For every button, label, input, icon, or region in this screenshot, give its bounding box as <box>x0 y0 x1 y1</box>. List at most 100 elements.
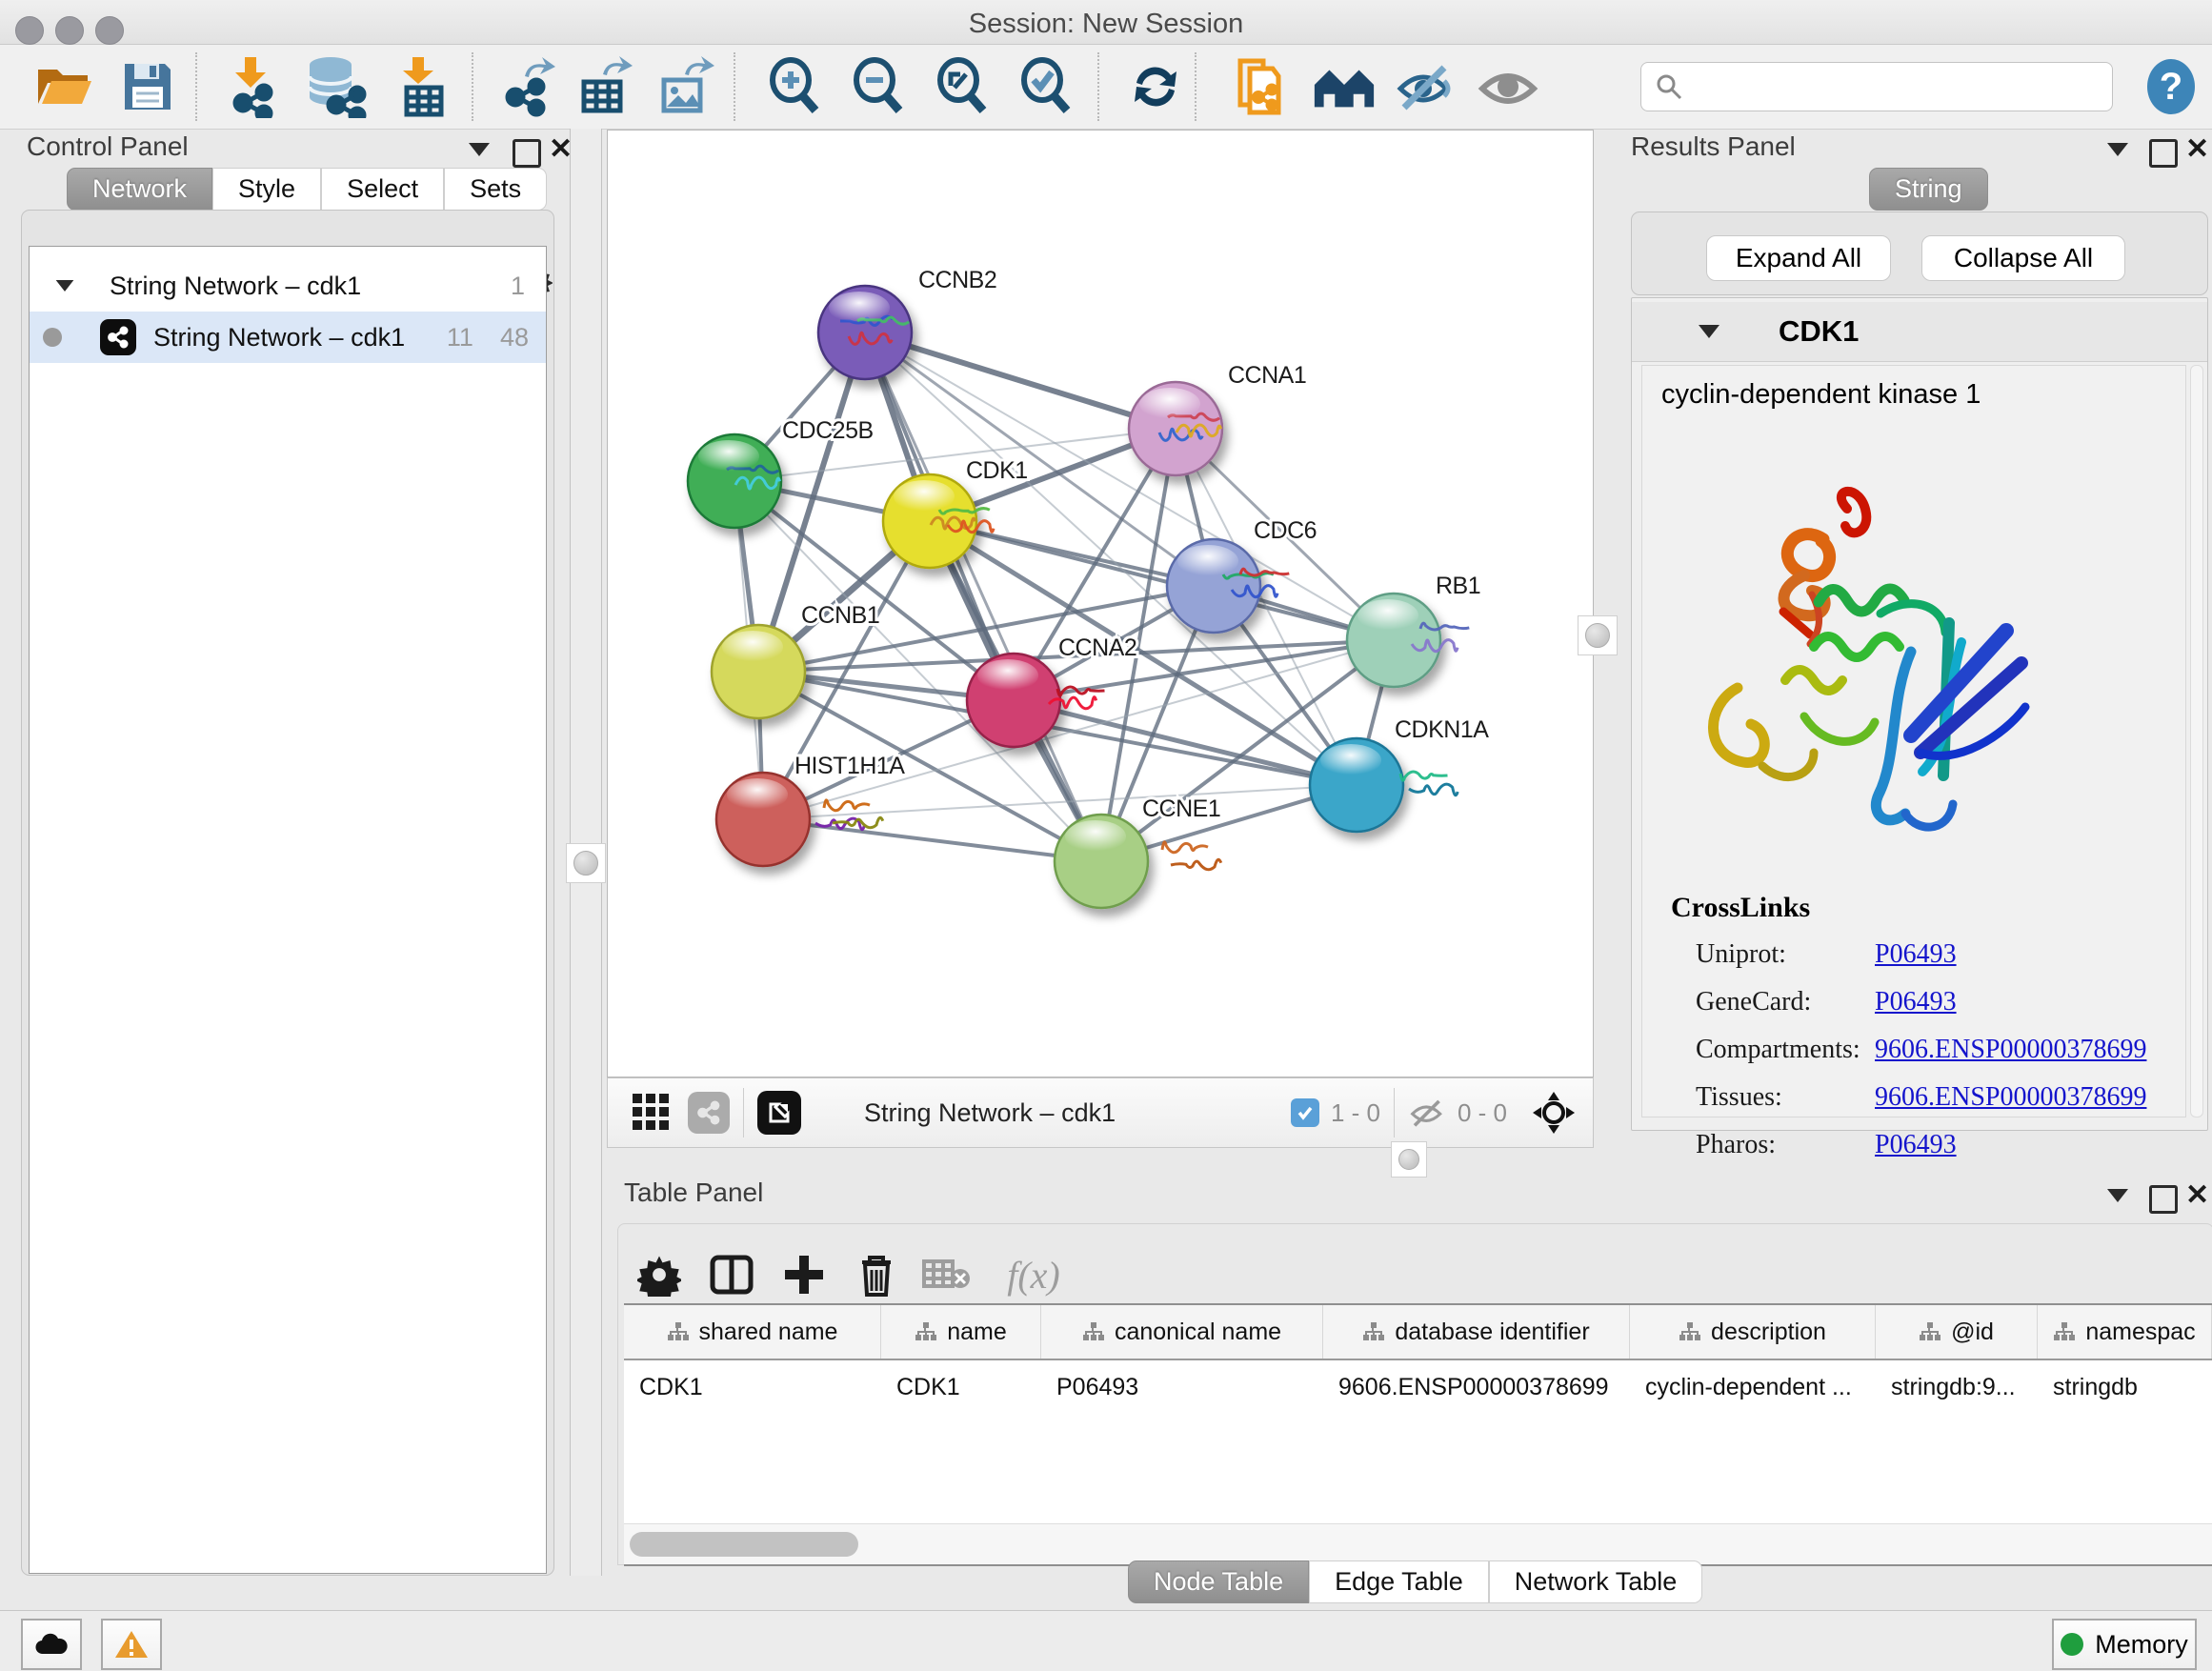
gene-header-row[interactable]: CDK1 <box>1632 302 2207 362</box>
control-panel-float-icon[interactable] <box>513 139 541 168</box>
network-node-CCNB1[interactable]: CCNB1 <box>712 602 879 718</box>
scrollbar-thumb[interactable] <box>630 1532 858 1557</box>
network-view-toolbar: String Network – cdk1 1 - 0 0 - 0 <box>607 1077 1594 1148</box>
warnings-button[interactable] <box>101 1619 162 1670</box>
table-cell[interactable]: CDK1 <box>624 1360 881 1414</box>
table-cell[interactable]: cyclin-dependent ... <box>1630 1360 1876 1414</box>
crosslink-value-link[interactable]: P06493 <box>1875 1130 1957 1160</box>
network-edge[interactable] <box>763 819 1101 861</box>
column-header-description[interactable]: description <box>1630 1305 1876 1359</box>
node-label: CCNB1 <box>801 602 879 629</box>
network-edge[interactable] <box>865 332 1101 861</box>
collection-expand-caret-icon[interactable] <box>56 280 74 292</box>
table-row[interactable]: CDK1CDK1P064939606.ENSP00000378699cyclin… <box>624 1360 2212 1414</box>
open-session-button[interactable] <box>30 54 97 119</box>
tab-string[interactable]: String <box>1869 168 1988 211</box>
import-network-from-file-button[interactable] <box>217 54 284 119</box>
show-all-button[interactable] <box>1475 54 1541 119</box>
save-session-button[interactable] <box>114 54 181 119</box>
help-button[interactable]: ? <box>2138 54 2204 119</box>
column-header-database-identifier[interactable]: database identifier <box>1323 1305 1630 1359</box>
network-node-CDK1[interactable]: CDK1 <box>883 457 1028 568</box>
network-collection-row[interactable]: String Network – cdk1 1 <box>30 260 546 312</box>
results-panel-menu-icon[interactable] <box>2107 143 2128 156</box>
zoom-selected-button[interactable] <box>1014 54 1080 119</box>
column-header-shared-name[interactable]: shared name <box>624 1305 881 1359</box>
export-table-icon <box>574 55 635 118</box>
network-canvas[interactable]: CCNB2CCNA1CDC25BCDK1CDC6RB1CCNB1CCNA2CDK… <box>607 130 1594 1077</box>
table-panel-menu-icon[interactable] <box>2107 1189 2128 1202</box>
string-view-icon[interactable] <box>688 1092 730 1134</box>
export-network-button[interactable] <box>493 54 560 119</box>
expand-all-button[interactable]: Expand All <box>1706 235 1891 281</box>
network-node-HIST1H1A[interactable]: HIST1H1A <box>716 753 905 866</box>
hide-selected-button[interactable] <box>1393 54 1459 119</box>
birdseye-view-icon[interactable] <box>757 1091 801 1135</box>
delete-table-button[interactable] <box>916 1244 977 1305</box>
left-splitter-handle[interactable] <box>566 843 606 883</box>
table-panel-close-icon[interactable]: ✕ <box>2185 1181 2209 1210</box>
crosslink-value-link[interactable]: P06493 <box>1875 939 1957 970</box>
add-column-button[interactable] <box>774 1244 835 1305</box>
column-header--id[interactable]: @id <box>1876 1305 2038 1359</box>
network-node-CDKN1A[interactable]: CDKN1A <box>1310 716 1489 832</box>
import-network-from-database-button[interactable] <box>301 54 368 119</box>
node-label: CCNB2 <box>918 267 996 293</box>
tab-network[interactable]: Network <box>67 168 212 211</box>
network-row[interactable]: String Network – cdk1 11 48 <box>30 312 546 363</box>
export-table-button[interactable] <box>572 54 638 119</box>
memory-button[interactable]: Memory <box>2052 1619 2197 1670</box>
export-image-button[interactable] <box>652 54 718 119</box>
network-node-RB1[interactable]: RB1 <box>1347 573 1480 687</box>
zoom-out-button[interactable] <box>846 54 913 119</box>
first-neighbors-button[interactable] <box>1311 54 1377 119</box>
network-edge[interactable] <box>930 521 1394 640</box>
zoom-in-button[interactable] <box>762 54 829 119</box>
table-panel-float-icon[interactable] <box>2149 1185 2178 1214</box>
select-columns-button[interactable] <box>701 1244 762 1305</box>
table-options-gear-button[interactable] <box>629 1244 690 1305</box>
table-tab-network-table[interactable]: Network Table <box>1489 1560 1703 1603</box>
table-cell[interactable]: stringdb:9... <box>1876 1360 2038 1414</box>
bottom-splitter-handle[interactable] <box>1391 1141 1427 1178</box>
table-cell[interactable]: 9606.ENSP00000378699 <box>1323 1360 1630 1414</box>
zoom-fit-button[interactable] <box>930 54 996 119</box>
column-header-namespac[interactable]: namespac <box>2038 1305 2212 1359</box>
function-builder-button[interactable]: f(x) <box>991 1244 1076 1305</box>
results-scrollbar[interactable] <box>2190 365 2203 1117</box>
search-box[interactable] <box>1640 62 2113 111</box>
tab-style[interactable]: Style <box>212 168 321 211</box>
network-node-CDC25B[interactable]: CDC25B <box>688 417 874 528</box>
table-cell[interactable]: P06493 <box>1041 1360 1323 1414</box>
selected-checkbox-icon[interactable] <box>1291 1098 1319 1127</box>
results-panel-float-icon[interactable] <box>2149 139 2178 168</box>
refresh-view-button[interactable] <box>1122 54 1189 119</box>
tab-select[interactable]: Select <box>321 168 444 211</box>
results-panel-close-icon[interactable]: ✕ <box>2185 135 2209 164</box>
right-splitter-handle[interactable] <box>1578 615 1618 655</box>
column-header-canonical-name[interactable]: canonical name <box>1041 1305 1323 1359</box>
table-cell[interactable]: CDK1 <box>881 1360 1041 1414</box>
network-node-CCNA1[interactable]: CCNA1 <box>1129 362 1306 475</box>
tab-sets[interactable]: Sets <box>444 168 547 211</box>
grid-view-icon[interactable] <box>631 1092 673 1134</box>
table-tab-node-table[interactable]: Node Table <box>1128 1560 1309 1603</box>
crosslink-value-link[interactable]: P06493 <box>1875 987 1957 1017</box>
duplicate-network-button[interactable] <box>1225 54 1292 119</box>
delete-column-button[interactable] <box>846 1244 907 1305</box>
crosslink-value-link[interactable]: 9606.ENSP00000378699 <box>1875 1035 2146 1065</box>
gene-collapse-caret-icon[interactable] <box>1699 325 1719 338</box>
main-toolbar: ? <box>0 45 2212 130</box>
import-table-from-file-button[interactable] <box>387 54 453 119</box>
column-header-name[interactable]: name <box>881 1305 1041 1359</box>
crosslink-value-link[interactable]: 9606.ENSP00000378699 <box>1875 1082 2146 1113</box>
cloud-button[interactable] <box>21 1619 82 1670</box>
control-panel-menu-icon[interactable] <box>469 143 490 156</box>
collection-label: String Network – cdk1 <box>110 272 361 301</box>
table-tab-edge-table[interactable]: Edge Table <box>1309 1560 1489 1603</box>
collapse-all-button[interactable]: Collapse All <box>1921 235 2125 281</box>
table-cell[interactable]: stringdb <box>2038 1360 2212 1414</box>
network-edge[interactable] <box>865 332 1176 429</box>
fit-content-crosshair-icon[interactable] <box>1532 1091 1576 1135</box>
search-input[interactable] <box>1683 71 2097 103</box>
